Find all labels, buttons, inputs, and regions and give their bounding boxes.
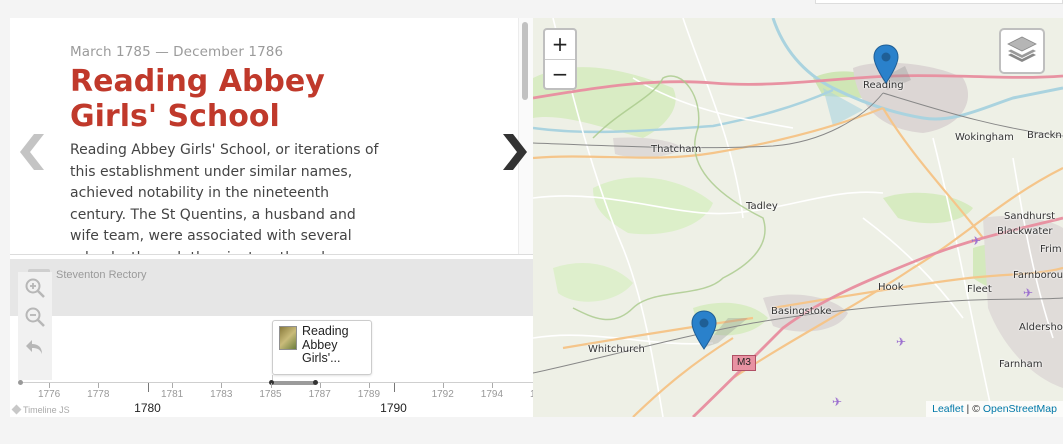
axis-minor-label: 1776 <box>37 389 61 400</box>
axis-tick <box>172 383 174 388</box>
axis-major-label: 1780 <box>134 401 161 415</box>
band-label[interactable]: Steventon Rectory <box>56 269 147 281</box>
place-whitchurch: Whitchurch <box>588 344 645 355</box>
place-fleet: Fleet <box>967 284 992 295</box>
map-marker-pin-icon[interactable] <box>873 44 899 84</box>
axis-minor-label: 1785 <box>259 389 282 400</box>
map-zoom-out-button[interactable]: − <box>545 59 575 88</box>
place-farnborough: Farnborou <box>1013 270 1063 281</box>
place-tadley: Tadley <box>746 201 778 212</box>
axis-start-dot <box>18 380 23 385</box>
slide-title: Reading Abbey Girls' School <box>70 64 325 134</box>
axis-tick <box>368 383 370 388</box>
era-end-dot <box>313 380 318 385</box>
axis-minor-label: 1789 <box>357 389 381 400</box>
place-blackwater: Blackwater <box>997 226 1053 237</box>
previous-slide-button[interactable] <box>18 132 46 172</box>
top-search-box[interactable] <box>815 0 1063 4</box>
axis-tick <box>270 383 272 388</box>
time-axis: 1776 1778 1781 1783 1785 1787 1789 1792 1794 1796… <box>10 380 533 417</box>
chevron-left-icon <box>20 134 44 170</box>
map-layers-button[interactable] <box>999 28 1045 74</box>
chevron-right-icon <box>503 134 527 170</box>
timeline-zoom-controls <box>18 272 52 382</box>
timeline-band: Steventon Rectory <box>10 259 533 316</box>
map-zoom-control: + − <box>543 28 577 90</box>
era-bar <box>272 381 316 385</box>
axis-minor-label: 1783 <box>210 389 233 400</box>
place-hook: Hook <box>878 282 904 293</box>
place-frim: Frim <box>1040 244 1062 255</box>
axis-tick <box>442 383 444 388</box>
leaflet-link[interactable]: Leaflet <box>932 403 964 415</box>
marker-thumbnail <box>279 326 297 350</box>
back-to-start-icon[interactable] <box>23 335 47 359</box>
map-zoom-in-button[interactable]: + <box>545 30 575 59</box>
axis-minor-label: 1787 <box>308 389 331 400</box>
brand-label: Timeline JS <box>23 405 70 415</box>
slide-scrollbar-thumb[interactable] <box>522 22 528 100</box>
zoom-out-icon[interactable] <box>23 305 47 329</box>
zoom-in-icon[interactable] <box>23 276 47 300</box>
axis-tick <box>491 383 493 388</box>
map-tiles[interactable] <box>533 18 1063 417</box>
map-panel[interactable]: Reading Thatcham Wokingham Brackn Tadley… <box>533 18 1063 417</box>
next-slide-button[interactable] <box>501 132 529 172</box>
place-brackn: Brackn <box>1027 130 1062 141</box>
layers-icon <box>1007 36 1037 62</box>
axis-minor-label: 1794 <box>480 389 504 400</box>
map-attribution: Leaflet | © OpenStreetMap <box>926 401 1063 417</box>
airport-icon: ✈ <box>832 395 843 409</box>
map-marker-pin-icon[interactable] <box>691 310 717 350</box>
slide: March 1785 — December 1786 Reading Abbey… <box>10 18 533 254</box>
timelinejs-brand[interactable]: Timeline JS <box>11 404 70 415</box>
slide-body: Reading Abbey Girls' School, or iteratio… <box>70 142 379 254</box>
place-wokingham: Wokingham <box>955 132 1014 143</box>
axis-major-label: 1790 <box>380 401 407 415</box>
openstreetmap-link[interactable]: OpenStreetMap <box>983 403 1057 415</box>
app-root: March 1785 — December 1786 Reading Abbey… <box>0 0 1063 444</box>
axis-major-tick <box>147 383 149 392</box>
axis-tick <box>319 383 321 388</box>
road-shield-m3: M3 <box>732 355 756 371</box>
timeline-marker-reading-abbey[interactable]: Reading Abbey Girls'... <box>272 320 372 375</box>
axis-tick <box>98 383 100 388</box>
axis-major-tick <box>393 383 395 392</box>
axis-minor-label: 1792 <box>431 389 454 400</box>
axis-minor-label: 1778 <box>87 389 110 400</box>
attribution-separator: | © <box>963 403 983 415</box>
timelinejs-logo-icon <box>11 404 22 415</box>
place-farnham: Farnham <box>999 359 1043 370</box>
slide-date: March 1785 — December 1786 <box>70 44 284 60</box>
timeline-panel: March 1785 — December 1786 Reading Abbey… <box>10 18 533 417</box>
timeline-navigation: Steventon Rectory Reading Abbey Girls'..… <box>10 254 533 417</box>
airport-icon: ✈ <box>1023 286 1034 300</box>
axis-tick <box>221 383 223 388</box>
axis-minor-label: 1796 <box>529 389 533 400</box>
place-sandhurst: Sandhurst <box>1004 211 1056 222</box>
airport-icon: ✈ <box>896 335 907 349</box>
slide-text: March 1785 — December 1786 Reading Abbey… <box>70 44 379 254</box>
marker-label: Reading Abbey Girls'... <box>302 324 349 365</box>
airport-icon: ✈ <box>971 234 982 248</box>
axis-tick <box>49 383 51 388</box>
axis-minor-label: 1781 <box>160 389 184 400</box>
place-basingstoke: Basingstoke <box>771 306 832 317</box>
place-thatcham: Thatcham <box>651 144 702 155</box>
place-aldershot: Aldershot <box>1019 322 1063 333</box>
